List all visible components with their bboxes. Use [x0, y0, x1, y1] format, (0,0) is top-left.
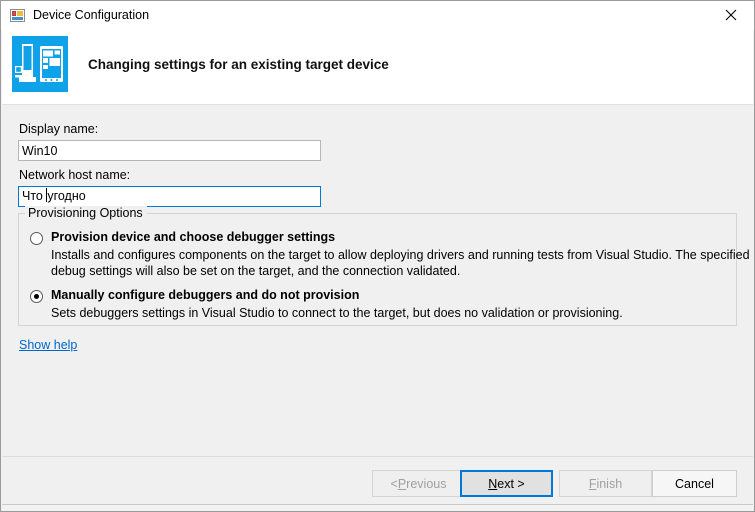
radio-icon-selected[interactable] [30, 290, 43, 303]
dialog-header: Changing settings for an existing target… [2, 30, 753, 105]
pc-and-tablet-icon [12, 36, 68, 92]
title-bar: Device Configuration [1, 1, 754, 30]
next-button-accel: N [488, 476, 498, 491]
device-config-icon [10, 8, 26, 24]
radio-description-provision-device: Installs and configures components on th… [51, 248, 750, 278]
previous-button-accel: P [397, 476, 407, 491]
previous-button-post: revious [406, 476, 447, 491]
close-icon [725, 9, 737, 21]
display-name-input[interactable] [18, 140, 321, 161]
radio-label-manual-configure: Manually configure debuggers and do not … [51, 288, 360, 302]
display-name-label: Display name: [19, 122, 99, 136]
next-button[interactable]: Next > [460, 470, 553, 497]
cancel-button[interactable]: Cancel [652, 470, 737, 497]
background-window-sliver [2, 504, 753, 511]
header-title: Changing settings for an existing target… [88, 57, 389, 72]
previous-button-pre: < [390, 476, 398, 491]
window-title: Device Configuration [33, 8, 150, 22]
finish-button: Finish [559, 470, 652, 497]
provisioning-options-title: Provisioning Options [25, 206, 147, 220]
cancel-button-label: Cancel [675, 476, 714, 491]
close-button[interactable] [708, 1, 754, 29]
show-help-link[interactable]: Show help [19, 338, 77, 352]
finish-button-post: inish [596, 476, 623, 491]
network-host-name-value-pre: Что [22, 189, 47, 203]
dialog-footer: < Previous Next > Finish Cancel [2, 456, 753, 511]
network-host-name-value-post: угодно [47, 189, 86, 203]
network-host-name-input[interactable]: Что угодно [18, 186, 321, 207]
previous-button: < Previous [372, 470, 465, 497]
radio-icon-unselected[interactable] [30, 232, 43, 245]
device-configuration-dialog: Device Configuration Changing settings f… [0, 0, 755, 512]
radio-description-manual-configure: Sets debuggers settings in Visual Studio… [51, 306, 623, 320]
finish-button-accel: F [588, 476, 597, 491]
radio-label-provision-device: Provision device and choose debugger set… [51, 230, 336, 244]
next-button-post: ext > [497, 476, 525, 491]
network-host-name-label: Network host name: [19, 168, 131, 182]
dialog-body: Display name: Network host name: Что уго… [2, 106, 753, 456]
